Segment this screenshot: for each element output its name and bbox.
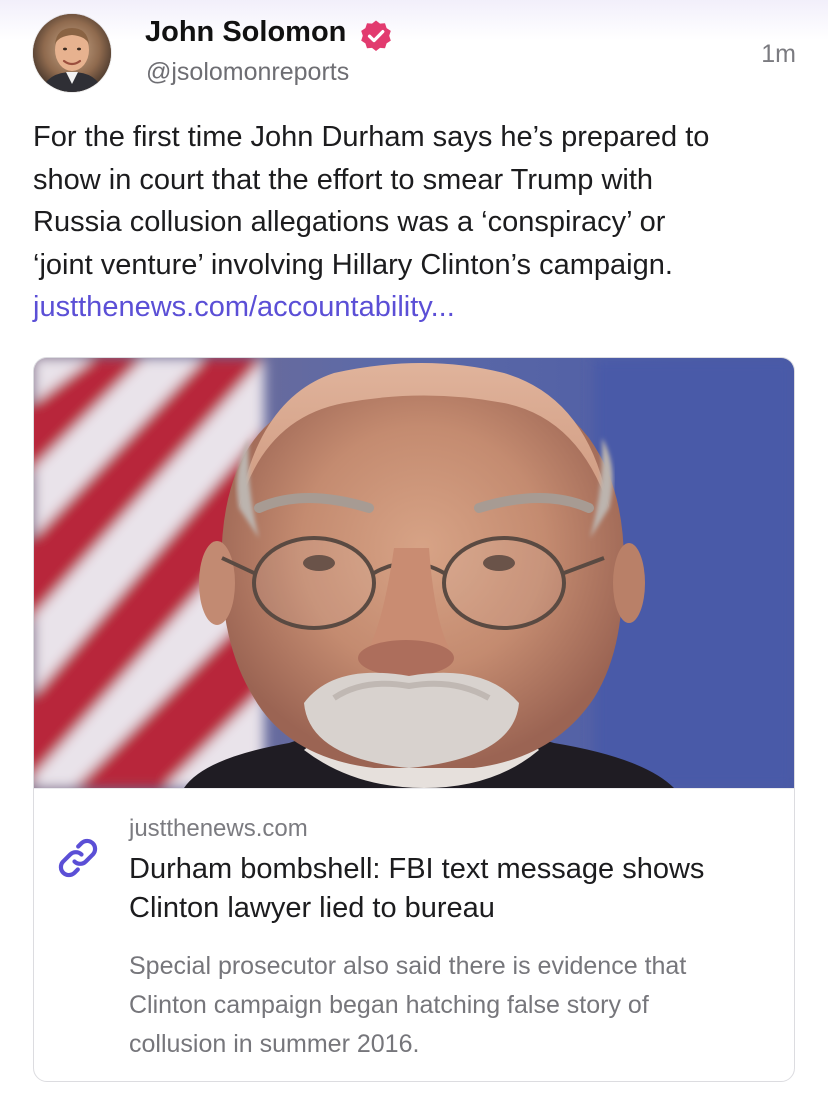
avatar-photo (33, 14, 111, 92)
post-timestamp: 1m (761, 40, 796, 68)
post: John Solomon @jsolomonreports 1m For the… (0, 0, 828, 1100)
link-preview-title[interactable]: Durham bombshell: FBI text message shows… (129, 850, 779, 928)
link-preview-description-line: Special prosecutor also said there is ev… (129, 952, 687, 980)
link-preview-description-line: Clinton campaign began hatching false st… (129, 991, 649, 1019)
post-text-line: show in court that the effort to smear T… (33, 163, 654, 196)
post-text-line: ‘joint venture’ involving Hillary Clinto… (33, 248, 673, 281)
author-name[interactable]: John Solomon (145, 14, 346, 50)
post-text-line: For the first time John Durham says he’s… (33, 121, 710, 153)
link-preview-description-line: collusion in summer 2016. (129, 1030, 420, 1058)
link-preview-title-line: Clinton lawyer lied to bureau (129, 892, 495, 924)
link-preview-domain: justthenews.com (129, 815, 308, 842)
author-avatar[interactable] (33, 14, 111, 92)
link-preview-body: justthenews.com Durham bombshell: FBI te… (34, 788, 794, 1081)
post-text-line: Russia collusion allegations was a ‘cons… (33, 206, 666, 238)
post-text: For the first time John Durham says he’s… (33, 116, 803, 329)
author-handle[interactable]: @jsolomonreports (146, 56, 349, 88)
link-icon (58, 838, 98, 878)
link-preview-image[interactable] (34, 358, 794, 788)
post-link[interactable]: justthenews.com/accountability... (33, 291, 455, 323)
link-preview-card[interactable]: justthenews.com Durham bombshell: FBI te… (33, 357, 795, 1082)
link-preview-description: Special prosecutor also said there is ev… (129, 947, 779, 1064)
verified-badge-icon (361, 20, 391, 51)
link-preview-title-line: Durham bombshell: FBI text message shows (129, 853, 705, 885)
